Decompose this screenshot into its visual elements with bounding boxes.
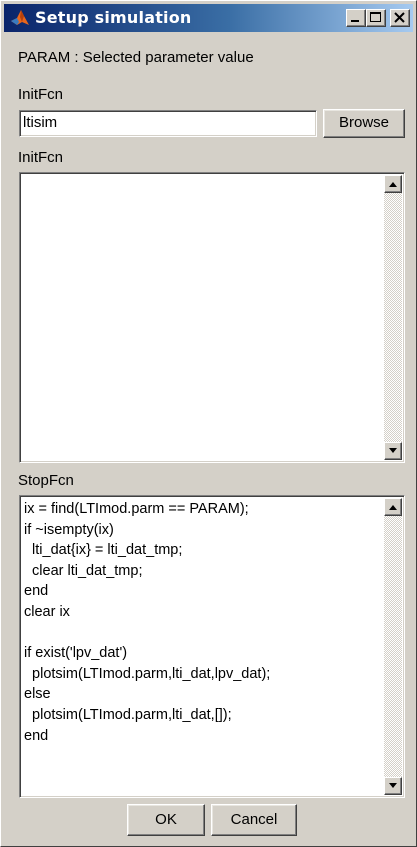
cancel-button-label: Cancel xyxy=(230,811,278,828)
code-line: plotsim(LTImod.parm,lti_dat,[]); xyxy=(24,706,232,723)
ok-button[interactable]: OK xyxy=(127,804,205,836)
initfcn-scroll-down-button[interactable] xyxy=(384,442,402,460)
stopfcn-scroll-up-button[interactable] xyxy=(384,498,402,516)
arrow-up-icon xyxy=(389,182,397,187)
code-line: plotsim(LTImod.parm,lti_dat,lpv_dat); xyxy=(24,665,271,682)
stopfcn-code-textarea[interactable]: ix = find(LTImod.parm == PARAM); if ~ise… xyxy=(19,495,405,798)
initfcn-file-value: ltisim xyxy=(23,114,58,131)
code-line: clear ix xyxy=(24,603,70,620)
code-line: lti_dat{ix} = lti_dat_tmp; xyxy=(24,542,183,559)
close-button[interactable] xyxy=(390,9,410,27)
code-line: end xyxy=(24,727,49,744)
minimize-icon xyxy=(351,20,359,22)
ok-button-label: OK xyxy=(155,811,177,828)
matlab-logo-icon xyxy=(11,10,29,25)
setup-simulation-window: Setup simulation PARAM : Selected parame… xyxy=(0,0,417,847)
arrow-up-icon xyxy=(389,505,397,510)
arrow-down-icon xyxy=(389,448,397,453)
initfcn-scroll-up-button[interactable] xyxy=(384,175,402,193)
code-line: else xyxy=(24,686,51,703)
stopfcn-scroll-down-button[interactable] xyxy=(384,777,402,795)
arrow-down-icon xyxy=(389,783,397,788)
cancel-button[interactable]: Cancel xyxy=(211,804,297,836)
stopfcn-code-label: StopFcn xyxy=(18,472,74,489)
initfcn-code-label: InitFcn xyxy=(18,149,64,166)
maximize-icon xyxy=(370,12,381,22)
minimize-button[interactable] xyxy=(346,9,366,27)
browse-button[interactable]: Browse xyxy=(323,109,405,138)
stopfcn-code-lines: ix = find(LTImod.parm == PARAM); if ~ise… xyxy=(24,499,380,746)
code-line: clear lti_dat_tmp; xyxy=(24,562,143,579)
maximize-button[interactable] xyxy=(366,9,386,27)
stopfcn-scrollbar[interactable] xyxy=(384,498,402,795)
param-label: PARAM : Selected parameter value xyxy=(18,49,254,66)
window-title: Setup simulation xyxy=(35,8,192,27)
close-icon xyxy=(394,12,405,23)
code-line: ix = find(LTImod.parm == PARAM); xyxy=(24,501,249,517)
initfcn-file-label: InitFcn xyxy=(18,86,64,103)
code-line: if ~isempty(ix) xyxy=(24,521,114,538)
code-line: if exist('lpv_dat') xyxy=(24,645,128,662)
title-bar[interactable]: Setup simulation xyxy=(4,4,413,32)
initfcn-file-input[interactable]: ltisim xyxy=(19,110,317,137)
initfcn-code-textarea[interactable] xyxy=(19,172,405,463)
code-line: end xyxy=(24,583,49,600)
initfcn-scrollbar[interactable] xyxy=(384,175,402,460)
browse-button-label: Browse xyxy=(338,114,390,131)
